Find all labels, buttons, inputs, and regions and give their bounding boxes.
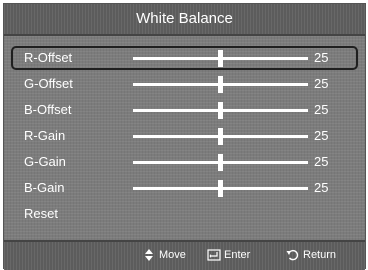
slider-knob[interactable] bbox=[218, 50, 223, 67]
menu-item-value: 25 bbox=[314, 102, 329, 117]
menu-item-value: 25 bbox=[314, 154, 329, 169]
move-hint: Move bbox=[142, 242, 186, 268]
menu-item-g-gain[interactable]: G-Gain 25 bbox=[11, 150, 358, 174]
return-arrow-icon bbox=[286, 249, 300, 261]
menu-item-b-offset[interactable]: B-Offset 25 bbox=[11, 98, 358, 122]
white-balance-osd: White Balance R-Offset 25 G-Offset 25 B-… bbox=[3, 3, 366, 270]
menu-item-value: 25 bbox=[314, 128, 329, 143]
slider-knob[interactable] bbox=[218, 102, 223, 119]
slider-knob[interactable] bbox=[218, 76, 223, 93]
return-label: Return bbox=[303, 249, 337, 261]
navigation-hint-bar: Move Enter Return bbox=[4, 240, 365, 270]
slider-knob[interactable] bbox=[218, 154, 223, 171]
b-offset-slider[interactable] bbox=[133, 102, 308, 119]
r-gain-slider[interactable] bbox=[133, 128, 308, 145]
slider-knob[interactable] bbox=[218, 128, 223, 145]
menu-item-value: 25 bbox=[314, 50, 329, 65]
menu-item-label: G-Gain bbox=[24, 154, 66, 169]
menu-item-label: G-Offset bbox=[24, 76, 73, 91]
move-label: Move bbox=[159, 249, 186, 261]
g-gain-slider[interactable] bbox=[133, 154, 308, 171]
menu-item-label: B-Offset bbox=[24, 102, 72, 117]
enter-hint: Enter bbox=[207, 242, 250, 268]
menu-item-value: 25 bbox=[314, 76, 329, 91]
menu-item-reset[interactable]: Reset bbox=[11, 202, 358, 226]
menu-item-r-gain[interactable]: R-Gain 25 bbox=[11, 124, 358, 148]
up-down-arrows-icon bbox=[142, 249, 156, 262]
menu-item-g-offset[interactable]: G-Offset 25 bbox=[11, 72, 358, 96]
return-hint: Return bbox=[286, 242, 336, 268]
menu-item-label: B-Gain bbox=[24, 180, 65, 195]
r-offset-slider[interactable] bbox=[133, 50, 308, 67]
enter-label: Enter bbox=[224, 249, 251, 261]
g-offset-slider[interactable] bbox=[133, 76, 308, 93]
menu-item-b-gain[interactable]: B-Gain 25 bbox=[11, 176, 358, 200]
title-bar: White Balance bbox=[4, 4, 365, 34]
b-gain-slider[interactable] bbox=[133, 180, 308, 197]
menu-item-label: R-Gain bbox=[24, 128, 66, 143]
menu-item-value: 25 bbox=[314, 180, 329, 195]
enter-icon bbox=[207, 249, 221, 261]
title-divider bbox=[4, 34, 365, 36]
slider-knob[interactable] bbox=[218, 180, 223, 197]
menu-item-label: R-Offset bbox=[24, 50, 73, 65]
reset-label: Reset bbox=[24, 206, 58, 221]
menu-item-r-offset[interactable]: R-Offset 25 bbox=[11, 46, 358, 70]
menu-title: White Balance bbox=[136, 10, 233, 27]
